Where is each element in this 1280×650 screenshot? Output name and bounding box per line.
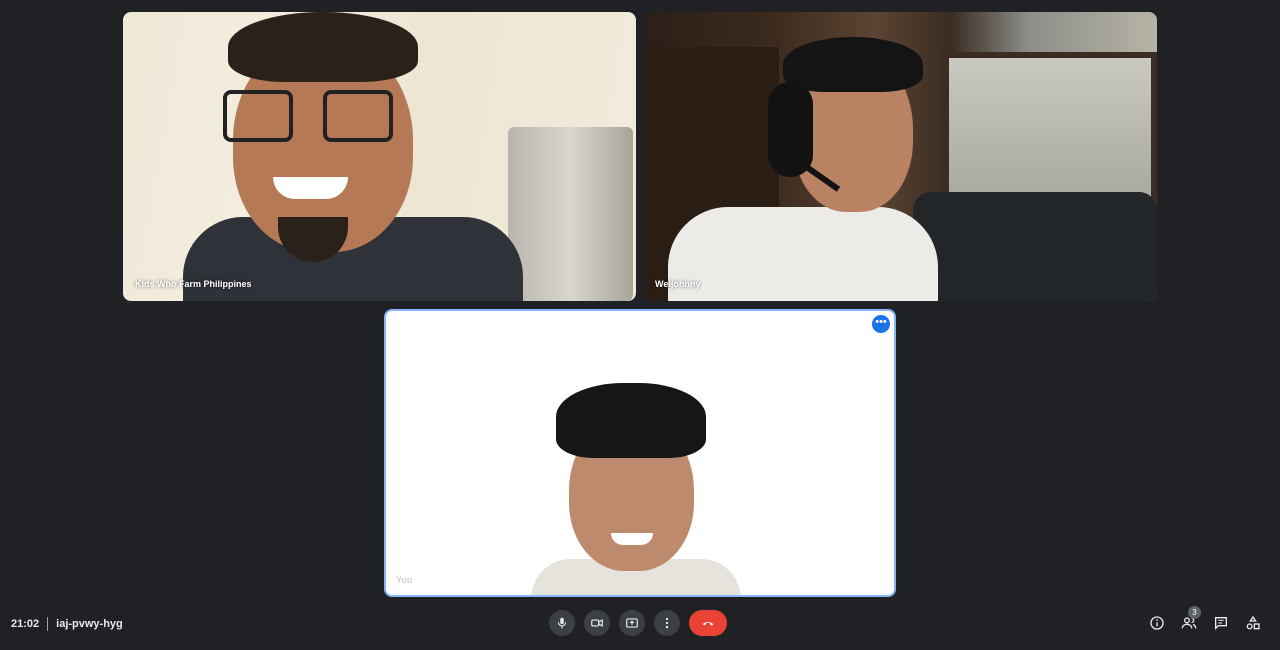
info-icon — [1150, 616, 1164, 630]
chat-button[interactable] — [1212, 614, 1230, 632]
camera-button[interactable] — [584, 610, 610, 636]
people-count-badge: 3 — [1188, 606, 1201, 619]
activities-button[interactable] — [1244, 614, 1262, 632]
call-controls — [549, 610, 727, 636]
participant-tile-weljohnny[interactable]: Weljohnny — [643, 12, 1157, 301]
end-call-button[interactable] — [689, 610, 727, 636]
present-screen-button[interactable] — [619, 610, 645, 636]
activities-icon — [1246, 615, 1260, 630]
bottom-bar: 21:02 iaj-pvwy-hyg 3 — [0, 600, 1280, 650]
meeting-info: 21:02 iaj-pvwy-hyg — [11, 617, 123, 631]
people-button[interactable]: 3 — [1180, 606, 1201, 632]
end-call-icon — [702, 621, 714, 626]
participant-name: Weljohnny — [655, 279, 701, 289]
more-options-icon — [665, 617, 669, 629]
chat-icon — [1215, 617, 1227, 630]
microphone-icon — [557, 617, 567, 629]
more-options-button[interactable]: ••• — [872, 315, 890, 333]
meeting-time: 21:02 — [11, 618, 40, 630]
present-screen-icon — [626, 618, 638, 628]
more-options-button[interactable] — [654, 610, 680, 636]
divider — [47, 617, 49, 631]
right-tools: 3 — [1148, 606, 1262, 632]
meeting-code: iaj-pvwy-hyg — [56, 618, 123, 630]
participant-tile-you[interactable]: ••• You — [384, 309, 896, 597]
participant-tile-kids-who-farm[interactable]: Kids Who Farm Philippines — [123, 12, 636, 301]
camera-icon — [591, 619, 603, 627]
participant-name: Kids Who Farm Philippines — [135, 279, 252, 289]
meeting-details-button[interactable] — [1148, 614, 1166, 632]
more-options-icon: ••• — [875, 316, 887, 328]
microphone-button[interactable] — [549, 610, 575, 636]
participant-name: You — [396, 575, 413, 585]
